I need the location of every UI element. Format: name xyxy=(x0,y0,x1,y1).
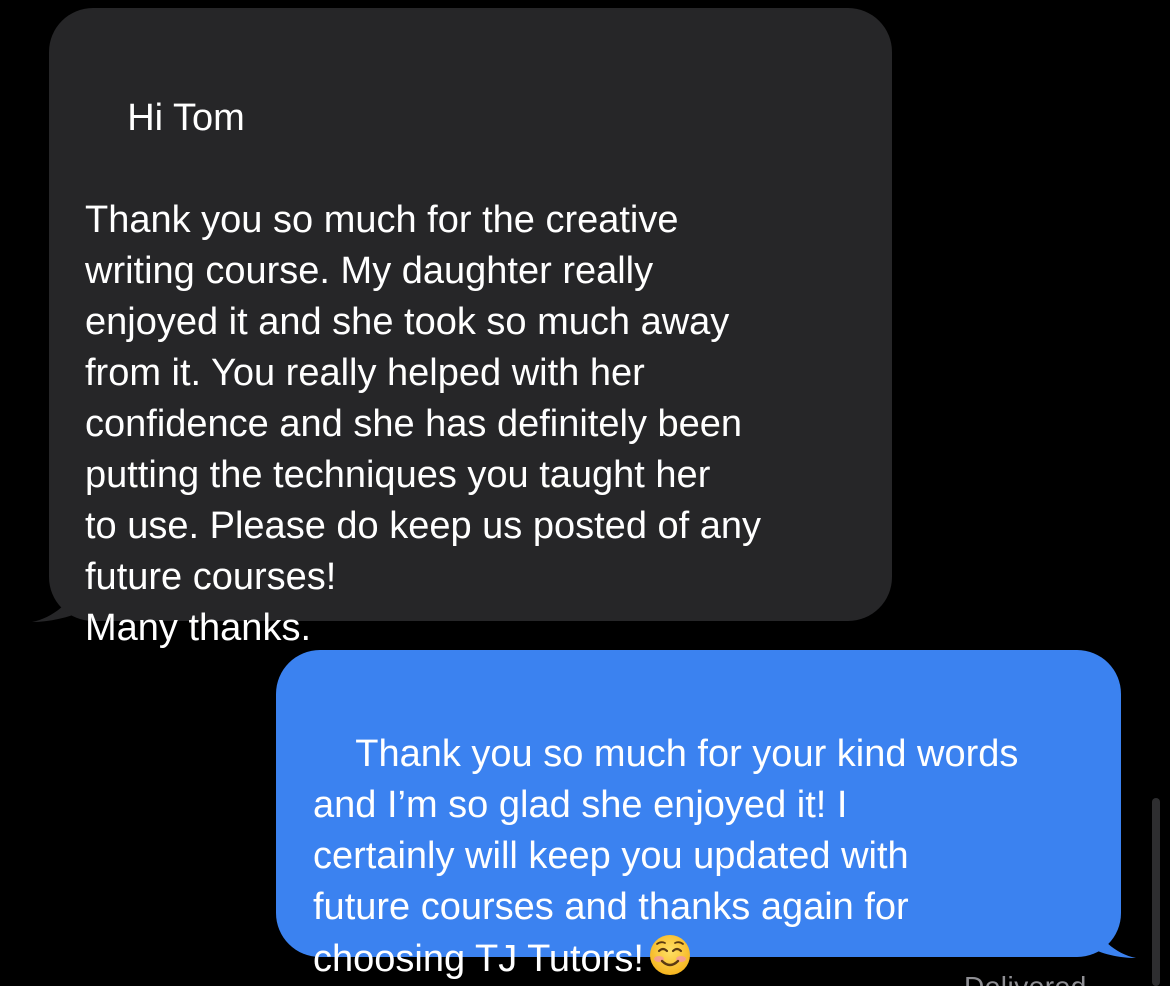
outgoing-message-bubble[interactable]: Thank you so much for your kind words an… xyxy=(276,650,1121,980)
scroll-indicator[interactable] xyxy=(1152,798,1160,986)
incoming-message-bubble[interactable]: Hi Tom Thank you so much for the creativ… xyxy=(49,8,892,649)
delivered-status: Delivered xyxy=(964,970,1087,986)
messages-thread: Hi Tom Thank you so much for the creativ… xyxy=(0,0,1170,986)
smiling-face-emoji-icon xyxy=(649,935,690,975)
incoming-message-text: Hi Tom Thank you so much for the creativ… xyxy=(85,97,762,649)
